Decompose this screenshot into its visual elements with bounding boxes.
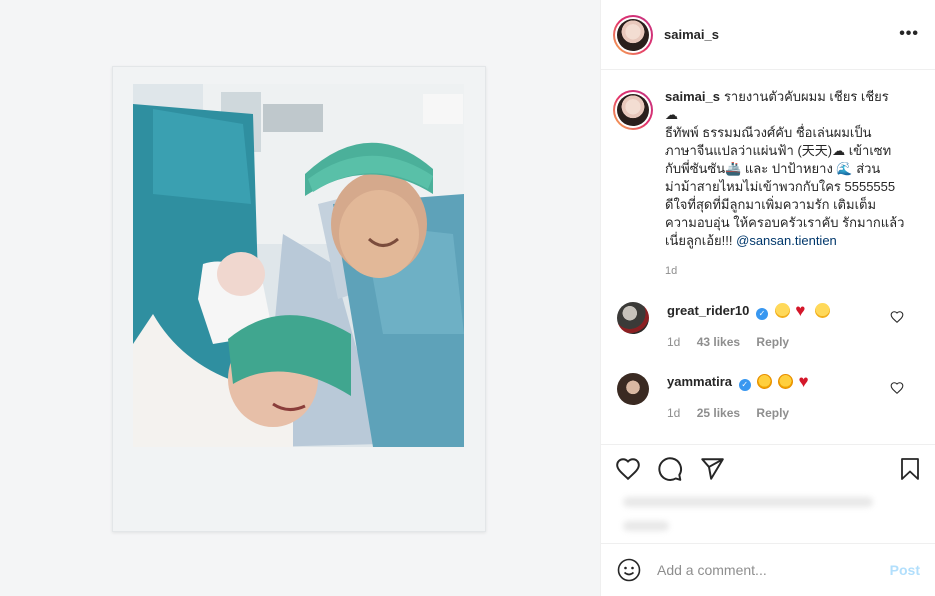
reply-button[interactable]: Reply: [756, 335, 789, 349]
post-actions: [601, 444, 935, 544]
polaroid-frame: [112, 66, 486, 532]
comment-item: yammatira ✓ 1d 25 likes Reply: [617, 372, 924, 422]
caption-line: รายงานตัวคับผมม เชียร เชียร: [723, 89, 889, 104]
reply-button[interactable]: Reply: [756, 406, 789, 420]
commenter-username[interactable]: great_rider10: [667, 303, 749, 318]
caption-line: ☁: [665, 107, 678, 122]
verified-badge-icon: ✓: [738, 379, 751, 391]
commenter-username[interactable]: yammatira: [667, 374, 732, 389]
verified-badge-icon: ✓: [756, 308, 769, 320]
caption-time[interactable]: 1d: [665, 262, 915, 280]
comment-icon[interactable]: [657, 456, 683, 482]
star-eyes-emoji-icon: [757, 374, 773, 389]
caption-line: ม่าม้าสายไหมไม่เข้าพวกกับใคร 5555555: [665, 179, 896, 194]
caption-line: กับพี่ซันซัน🚢 และ ปาป้าหยาง 🌊 ส่วน: [665, 161, 881, 176]
caption-username[interactable]: saimai_s: [665, 89, 720, 104]
add-comment-bar: Add a comment... Post: [601, 543, 935, 596]
caption-line: ความอบอุ่น ให้ครอบครัวเราคับ รักมากแล้ว: [665, 215, 905, 230]
emoji-picker-icon[interactable]: [617, 558, 641, 582]
heart-emoji-icon: [799, 372, 813, 392]
mention-link[interactable]: @sansan.tientien: [736, 233, 837, 248]
comment-time[interactable]: 1d: [667, 335, 680, 349]
smile-emoji-icon: [814, 303, 830, 318]
save-bookmark-icon[interactable]: [898, 456, 922, 482]
like-comment-icon[interactable]: [890, 310, 904, 324]
comment-item: great_rider10 ✓ 1d 43 likes Reply: [617, 301, 924, 351]
author-username[interactable]: saimai_s: [664, 27, 719, 42]
caption-line: ธีทัพพ์ ธรรมมณีวงศ์คับ ชื่อเล่นผมเป็น: [665, 125, 872, 140]
media-area: [0, 0, 600, 596]
comment-likes[interactable]: 25 likes: [697, 406, 740, 420]
commenter-avatar[interactable]: [617, 302, 649, 334]
post-date-blurred: [623, 521, 669, 531]
like-icon[interactable]: [615, 456, 641, 482]
comments-section[interactable]: saimai_s รายงานตัวคับผมม เชียร เชียร ☁ ธี…: [601, 70, 935, 444]
caption: saimai_s รายงานตัวคับผมม เชียร เชียร ☁ ธี…: [613, 88, 924, 280]
star-eyes-emoji-icon: [777, 374, 793, 389]
caption-line: เนี่ยลูกเอ้ย!!!: [665, 233, 733, 248]
post-photo[interactable]: [133, 84, 464, 447]
comment-input[interactable]: Add a comment...: [657, 562, 890, 578]
more-options-icon[interactable]: •••: [899, 26, 919, 42]
caption-line: ดีใจที่สุดที่มีลูกมาเพิ่มความรัก เติมเต็…: [665, 197, 877, 212]
share-icon[interactable]: [699, 456, 725, 482]
caption-line: ภาษาจีนแปลว่าแผ่นฟ้า (天天)☁ เข้าเซท: [665, 143, 892, 158]
caption-avatar[interactable]: [613, 90, 653, 130]
post-detail-panel: saimai_s ••• saimai_s รายงานตัวคับผมม เชี…: [600, 0, 935, 596]
comment-time[interactable]: 1d: [667, 406, 680, 420]
comment-likes[interactable]: 43 likes: [697, 335, 740, 349]
post-comment-button[interactable]: Post: [890, 562, 920, 578]
heart-emoji-icon: [795, 301, 809, 321]
grin-emoji-icon: [774, 303, 790, 318]
liked-by-blurred: [623, 497, 873, 507]
post-header: saimai_s •••: [601, 0, 935, 70]
like-comment-icon[interactable]: [890, 381, 904, 395]
commenter-avatar[interactable]: [617, 373, 649, 405]
author-avatar[interactable]: [613, 14, 653, 55]
